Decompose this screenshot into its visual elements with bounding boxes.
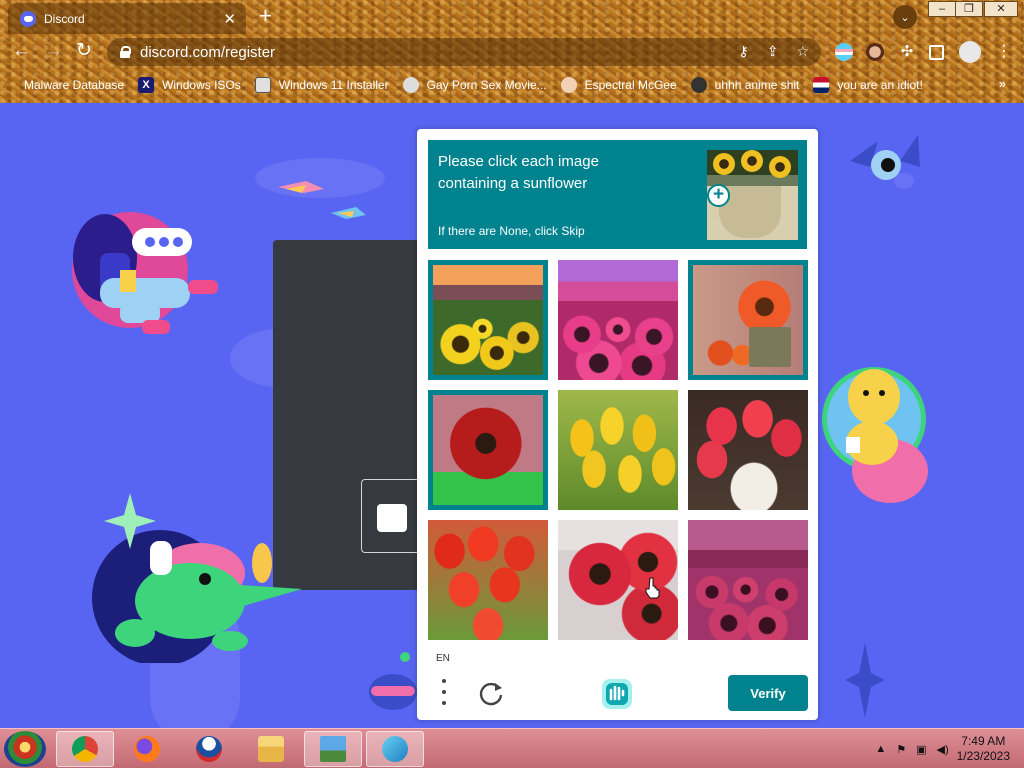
- image-icon: [254, 77, 271, 93]
- tab-search-chevron-icon[interactable]: ⌄: [893, 5, 917, 29]
- challenge-tile-5[interactable]: [558, 390, 678, 510]
- network-icon[interactable]: ▣: [916, 743, 926, 756]
- challenge-tile-3[interactable]: [688, 260, 808, 380]
- taskbar-obama-button[interactable]: [180, 731, 238, 767]
- action-center-flag-icon[interactable]: ⚑: [896, 743, 906, 756]
- illustration-flying-creature: [850, 135, 920, 189]
- avatar-icon: [560, 77, 577, 93]
- bookmarks-bar: Malware Database X Windows ISOs Windows …: [0, 74, 1024, 96]
- minimize-button[interactable]: –: [928, 1, 956, 17]
- language-selector[interactable]: EN: [436, 653, 450, 664]
- extensions-puzzle-icon[interactable]: ✣: [898, 43, 916, 61]
- bookmark-malware-database[interactable]: Malware Database: [14, 77, 124, 93]
- extension-flag-icon[interactable]: [835, 43, 853, 61]
- new-tab-button[interactable]: +: [259, 5, 272, 27]
- start-orb-icon[interactable]: [4, 731, 46, 767]
- taskbar-firefox-button[interactable]: [118, 731, 176, 767]
- browser-chrome: Discord ✕ + ⌄ – ❐ ✕ ← → ↻ discord.com/re…: [0, 0, 1024, 103]
- back-arrow-icon[interactable]: ←: [12, 40, 31, 62]
- taskbar-chrome-button[interactable]: [56, 731, 114, 767]
- challenge-prompt: Please click each image containing a sun…: [428, 140, 807, 249]
- sparkle-decoration-icon: [845, 643, 885, 718]
- profile-extension-icon[interactable]: [866, 43, 884, 61]
- challenge-tile-9[interactable]: [688, 520, 808, 640]
- challenge-image-grid: [428, 260, 809, 640]
- verify-button[interactable]: Verify: [728, 675, 808, 711]
- forward-arrow-icon[interactable]: →: [44, 40, 63, 62]
- tab-close-icon[interactable]: ✕: [223, 10, 236, 28]
- hcaptcha-challenge: Please click each image containing a sun…: [417, 129, 818, 720]
- globe-icon: [402, 77, 419, 93]
- bookmark-star-icon[interactable]: ☆: [796, 43, 809, 60]
- flag-icon: [813, 77, 830, 93]
- clock-date: 1/23/2023: [956, 749, 1010, 763]
- clock-time: 7:49 AM: [961, 734, 1006, 748]
- anime-icon: [690, 77, 707, 93]
- tab-title: Discord: [44, 11, 85, 26]
- illustration-yellow-dragon-coffee: [822, 367, 928, 503]
- reload-icon[interactable]: ↻: [76, 40, 92, 62]
- firefox-icon: [134, 736, 160, 762]
- challenge-tile-2[interactable]: [558, 260, 678, 380]
- illustration-paper-birds: [278, 181, 366, 219]
- browser-tab-discord[interactable]: Discord ✕: [8, 3, 246, 34]
- hand-cursor-icon: [645, 577, 660, 599]
- expand-example-plus-icon[interactable]: +: [707, 184, 730, 207]
- challenge-tile-1[interactable]: [428, 260, 548, 380]
- tray-expand-icon[interactable]: ▲: [875, 743, 886, 755]
- bookmarks-overflow-icon[interactable]: »: [999, 76, 1006, 91]
- profile-avatar-icon[interactable]: [959, 41, 981, 63]
- bookmark-you-are-an-idiot[interactable]: you are an idiot!: [813, 77, 923, 93]
- prompt-title: Please click each image containing a sun…: [438, 153, 599, 192]
- menu-dots-icon[interactable]: [440, 679, 448, 705]
- bookmark-anime[interactable]: uhhh anime shit: [690, 77, 799, 93]
- taskbar-photos-button[interactable]: [304, 731, 362, 767]
- bookmark-movie[interactable]: Gay Porn Sex Movie...: [402, 77, 547, 93]
- folder-icon: [258, 736, 284, 762]
- lock-icon[interactable]: [120, 46, 131, 58]
- url-text: discord.com/register: [140, 43, 276, 61]
- address-bar[interactable]: discord.com/register ⚷ ⇪ ☆: [107, 38, 821, 66]
- more-menu-icon[interactable]: ⋮: [995, 43, 1013, 61]
- illustration-girl-with-phone: [72, 212, 218, 334]
- chrome-icon: [72, 736, 98, 762]
- key-icon[interactable]: ⚷: [738, 43, 748, 60]
- refresh-icon[interactable]: [477, 679, 505, 707]
- restore-button[interactable]: ❐: [955, 1, 983, 17]
- captcha-checkbox-frame[interactable]: [361, 479, 423, 553]
- taskbar-explorer-button[interactable]: [242, 731, 300, 767]
- bookmark-windows-11-installer[interactable]: Windows 11 Installer: [254, 77, 389, 93]
- x-logo-icon: X: [138, 77, 155, 93]
- taskbar-dolphin-button[interactable]: [366, 731, 424, 767]
- obama-logo-icon: [196, 736, 222, 762]
- bookmark-windows-isos[interactable]: X Windows ISOs: [138, 77, 241, 93]
- captcha-checkbox-icon[interactable]: [377, 504, 407, 532]
- prompt-hint: If there are None, click Skip: [438, 224, 585, 238]
- challenge-tile-4[interactable]: [428, 390, 548, 510]
- illustration-small-robot: [369, 652, 417, 710]
- clock[interactable]: 7:49 AM 1/23/2023: [957, 734, 1010, 764]
- dolphin-icon: [382, 736, 408, 762]
- windows-taskbar: ▲ ⚑ ▣ ◀) 7:49 AM 1/23/2023: [0, 728, 1024, 768]
- hcaptcha-logo-icon[interactable]: [600, 677, 634, 711]
- bookmark-espectral-mcgee[interactable]: Espectral McGee: [560, 77, 677, 93]
- side-panel-icon[interactable]: [929, 45, 944, 60]
- illustration-green-monster: [92, 493, 302, 663]
- discord-register-page: Please click each image containing a sun…: [0, 103, 1024, 728]
- system-tray: ▲ ⚑ ▣ ◀) 7:49 AM 1/23/2023: [875, 729, 1024, 768]
- photos-icon: [320, 736, 346, 762]
- share-icon[interactable]: ⇪: [767, 43, 779, 60]
- discord-favicon-icon: [20, 10, 36, 27]
- volume-icon[interactable]: ◀): [936, 743, 948, 756]
- challenge-tile-6[interactable]: [688, 390, 808, 510]
- challenge-tile-7[interactable]: [428, 520, 548, 640]
- close-window-button[interactable]: ✕: [984, 1, 1018, 17]
